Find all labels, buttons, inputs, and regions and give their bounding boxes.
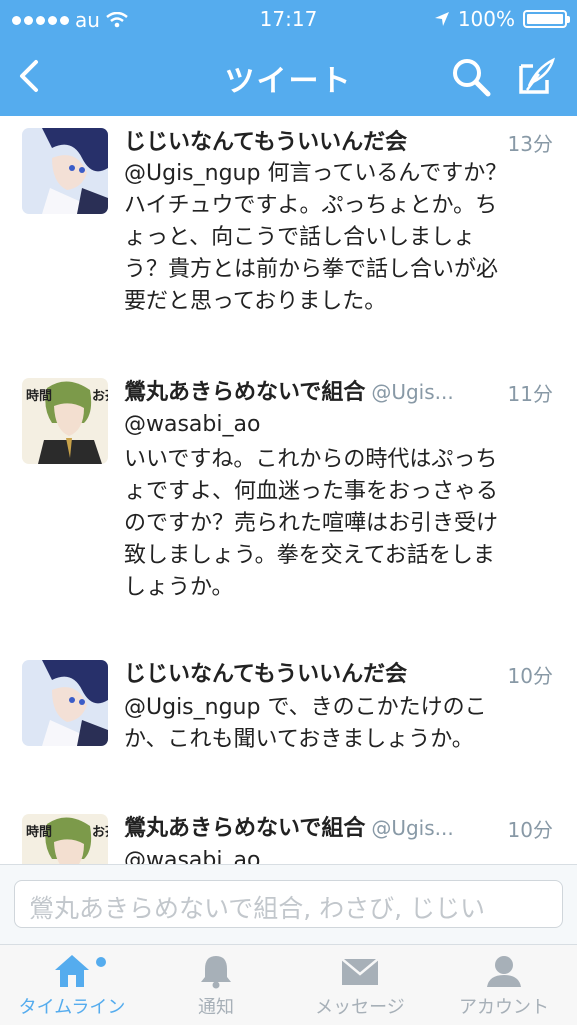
reply-mention[interactable]: @wasabi_ao — [124, 412, 260, 437]
tab-notifications[interactable]: 通知 — [144, 945, 288, 1025]
battery-icon — [523, 10, 570, 28]
tweet-line: う？貴方とは前から拳で話し合いが必 — [124, 257, 499, 282]
avatar[interactable] — [22, 128, 108, 214]
tweet-line: のですか？売られた喧嘩はお引き受け — [124, 511, 499, 536]
display-name[interactable]: 鶯丸あきらめないで組合 @Ugis... — [124, 810, 454, 842]
tweet-line: いいですね。これからの時代はぷっち — [124, 447, 498, 472]
avatar-image: お茶 時間 — [22, 378, 108, 464]
tweet-line: 致しましょう。拳を交えてお話をしま — [124, 543, 495, 568]
tweet-row[interactable]: お茶 時間 鶯丸あきらめないで組合@Ugis... 10分 @wasabi_ao — [0, 792, 577, 864]
bell-icon — [201, 956, 231, 989]
display-name[interactable]: じじいなんてもういいんだ会 — [124, 124, 407, 156]
svg-text:お茶: お茶 — [92, 824, 108, 840]
svg-text:時間: 時間 — [26, 388, 52, 404]
tab-bar: タイムライン 通知 メッセージ アカウント — [0, 944, 577, 1025]
battery-percent: 100% — [457, 7, 515, 31]
home-icon — [55, 955, 89, 987]
tweet-line: @Ugis_ngup で、きのこかたけのこ — [124, 695, 487, 720]
tweet-line: ハイチュウですよ。ぷっちょとか。ち — [124, 193, 498, 218]
tweet-row[interactable]: じじいなんてもういいんだ会 13分 @Ugis_ngup 何言っているんですか？… — [0, 116, 577, 357]
avatar-image — [22, 660, 108, 746]
timestamp: 10分 — [507, 818, 553, 842]
display-name[interactable]: 鶯丸あきらめないで組合 @Ugis... — [124, 374, 454, 406]
nav-bar: ツイート — [0, 38, 577, 116]
avatar[interactable]: お茶 時間 — [22, 378, 108, 464]
notification-dot — [96, 957, 106, 967]
timestamp: 10分 — [507, 664, 553, 688]
envelope-icon — [341, 958, 379, 985]
avatar-image — [22, 128, 108, 214]
tab-messages[interactable]: メッセージ — [288, 945, 432, 1025]
avatar-image: お茶 時間 — [22, 814, 108, 864]
tab-label: メッセージ — [315, 997, 405, 1018]
display-name[interactable]: じじいなんてもういいんだ会 — [124, 656, 407, 688]
tweet-row[interactable]: じじいなんてもういいんだ会 10分 @Ugis_ngup で、きのこかたけのこ … — [0, 640, 577, 793]
tweet-line: 要だと思っておりました。 — [124, 289, 387, 314]
search-icon[interactable] — [450, 56, 492, 98]
tab-timeline[interactable]: タイムライン — [0, 945, 144, 1025]
tweet-line: ょですよ、何血迷った事をおっさゃる — [124, 479, 499, 504]
compose-icon[interactable] — [515, 56, 557, 98]
status-bar: au 17:17 100% — [0, 0, 577, 38]
handle: @Ugis... — [371, 380, 454, 404]
tweet-line: か、これも聞いておきましょうか。 — [124, 727, 474, 752]
tab-label: アカウント — [459, 997, 549, 1018]
timestamp: 11分 — [507, 382, 553, 406]
svg-text:お茶: お茶 — [92, 388, 108, 404]
tab-label: 通知 — [198, 997, 234, 1018]
tab-account[interactable]: アカウント — [432, 945, 576, 1025]
battery-area: 100% — [434, 7, 570, 31]
avatar[interactable]: お茶 時間 — [22, 814, 108, 864]
reply-mention[interactable]: @wasabi_ao — [124, 848, 260, 864]
tweet-line: ょっと、向こうで話し合いしましょ — [124, 225, 476, 250]
tweet-line: @Ugis_ngup 何言っているんですか？ — [124, 161, 508, 186]
svg-text:時間: 時間 — [26, 824, 52, 840]
reply-input[interactable]: 鶯丸あきらめないで組合, わさび, じじい — [14, 880, 563, 928]
tweet-text: @Ugis_ngup 何言っているんですか？ ハイチュウですよ。ぷっちょとか。ち… — [124, 158, 554, 318]
tab-label: タイムライン — [18, 997, 126, 1018]
tweet-text: @Ugis_ngup で、きのこかたけのこ か、これも聞いておきましょうか。 — [124, 692, 554, 756]
person-icon — [487, 956, 521, 987]
handle: @Ugis... — [371, 816, 454, 840]
reply-bar: 鶯丸あきらめないで組合, わさび, じじい — [0, 864, 577, 945]
timestamp: 13分 — [507, 132, 553, 156]
tweet-row[interactable]: お茶 時間 鶯丸あきらめないで組合@Ugis... 11分 @wasabi_ao… — [0, 356, 577, 641]
location-arrow-icon — [434, 12, 449, 26]
tweet-text: いいですね。これからの時代はぷっち ょですよ、何血迷った事をおっさゃる のですか… — [124, 444, 554, 604]
tweet-line: しょうか。 — [124, 575, 234, 600]
avatar[interactable] — [22, 660, 108, 746]
tweet-feed[interactable]: じじいなんてもういいんだ会 13分 @Ugis_ngup 何言っているんですか？… — [0, 116, 577, 864]
